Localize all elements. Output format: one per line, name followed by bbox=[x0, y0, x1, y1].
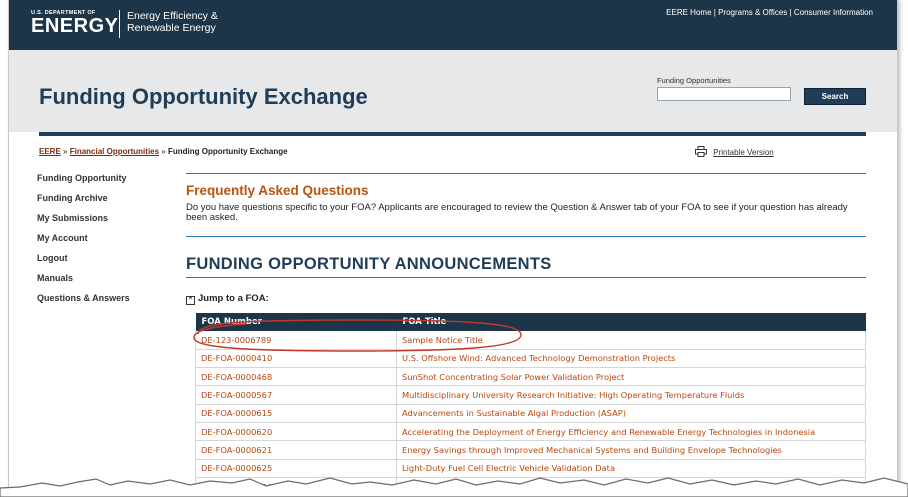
foa-title-cell[interactable]: Advancements in Sustainable Algal Produc… bbox=[396, 404, 866, 423]
torn-edge bbox=[0, 477, 908, 497]
sidebar-item-funding-archive[interactable]: Funding Archive bbox=[37, 193, 177, 213]
foa-number-cell[interactable]: DE-FOA-0000620 bbox=[195, 422, 397, 442]
faq-title[interactable]: Frequently Asked Questions bbox=[186, 183, 369, 198]
search-input[interactable] bbox=[657, 87, 791, 101]
sidebar: Funding Opportunity Funding Archive My S… bbox=[37, 173, 177, 313]
sidebar-item-my-account[interactable]: My Account bbox=[37, 233, 177, 253]
foa-number-cell[interactable]: DE-FOA-0000615 bbox=[195, 404, 397, 423]
search-button[interactable]: Search bbox=[804, 88, 866, 105]
page-frame: U.S. DEPARTMENT OF ENERGY Energy Efficie… bbox=[8, 0, 898, 497]
faq-text: Do you have questions specific to your F… bbox=[186, 202, 848, 223]
top-bar: U.S. DEPARTMENT OF ENERGY Energy Efficie… bbox=[9, 0, 897, 50]
search-label: Funding Opportunities bbox=[657, 76, 731, 85]
faq-top-divider bbox=[186, 173, 866, 174]
header-divider bbox=[39, 132, 866, 136]
foa-number-cell[interactable]: DE-FOA-0000567 bbox=[195, 385, 397, 405]
logo-divider bbox=[119, 10, 120, 38]
foa-title-cell[interactable]: SunShot Concentrating Solar Power Valida… bbox=[396, 367, 866, 387]
logo-eere-line1: Energy Efficiency & bbox=[127, 10, 218, 22]
faq-bottom-divider bbox=[186, 236, 866, 237]
table-row: DE-FOA-0000567 Multidisciplinary Universi… bbox=[195, 385, 866, 405]
top-link-consumer-info[interactable]: Consumer Information bbox=[794, 8, 873, 17]
breadcrumb: EERE » Financial Opportunities » Funding… bbox=[39, 147, 288, 156]
table-row: DE-FOA-0000620 Accelerating the Deploymen… bbox=[195, 422, 866, 442]
foa-title-cell[interactable]: Multidisciplinary University Research In… bbox=[396, 385, 866, 405]
sidebar-item-logout[interactable]: Logout bbox=[37, 253, 177, 273]
sidebar-item-manuals[interactable]: Manuals bbox=[37, 273, 177, 293]
collapse-up-icon[interactable]: ⌃ bbox=[186, 296, 195, 305]
printable-version-label: Printable Version bbox=[713, 148, 774, 157]
logo-energy: ENERGY bbox=[31, 15, 119, 37]
foa-title-cell[interactable]: Energy Savings through Improved Mechanic… bbox=[396, 440, 866, 460]
breadcrumb-sep: » bbox=[161, 147, 166, 156]
breadcrumb-current: Funding Opportunity Exchange bbox=[167, 147, 288, 156]
printable-version-link[interactable]: Printable Version bbox=[695, 146, 774, 157]
sidebar-item-my-submissions[interactable]: My Submissions bbox=[37, 213, 177, 233]
jump-label: Jump to a FOA: bbox=[198, 293, 269, 304]
logo-eere-line2: Renewable Energy bbox=[127, 22, 216, 34]
printer-icon bbox=[695, 146, 707, 157]
foa-heading: FUNDING OPPORTUNITY ANNOUNCEMENTS bbox=[186, 255, 552, 273]
foa-divider bbox=[186, 277, 866, 278]
table-row: DE-FOA-0000468 SunShot Concentrating Sola… bbox=[195, 367, 866, 387]
breadcrumb-eere[interactable]: EERE bbox=[39, 147, 61, 156]
logo-eere: Energy Efficiency & Renewable Energy bbox=[127, 10, 218, 34]
highlight-ellipse bbox=[193, 319, 522, 352]
sidebar-item-questions-answers[interactable]: Questions & Answers bbox=[37, 293, 177, 313]
top-link-programs[interactable]: Programs & Offices bbox=[718, 8, 787, 17]
top-link-eere-home[interactable]: EERE Home bbox=[666, 8, 711, 17]
foa-number-cell[interactable]: DE-FOA-0000621 bbox=[195, 440, 397, 460]
top-links: EERE Home | Programs & Offices | Consume… bbox=[666, 8, 873, 17]
foa-number-cell[interactable]: DE-FOA-0000468 bbox=[195, 367, 397, 387]
breadcrumb-sep: » bbox=[63, 147, 68, 156]
jump-to-foa[interactable]: ⌃ Jump to a FOA: bbox=[186, 293, 269, 305]
table-row: DE-FOA-0000615 Advancements in Sustainabl… bbox=[195, 404, 866, 423]
page-title: Funding Opportunity Exchange bbox=[39, 84, 368, 109]
table-row: DE-FOA-0000621 Energy Savings through Imp… bbox=[195, 440, 866, 460]
page-header: Funding Opportunity Exchange Funding Opp… bbox=[9, 50, 897, 132]
foa-title-cell[interactable]: Accelerating the Deployment of Energy Ef… bbox=[396, 422, 866, 442]
sidebar-item-funding-opportunity[interactable]: Funding Opportunity bbox=[37, 173, 177, 193]
breadcrumb-financial-opportunities[interactable]: Financial Opportunities bbox=[70, 147, 159, 156]
